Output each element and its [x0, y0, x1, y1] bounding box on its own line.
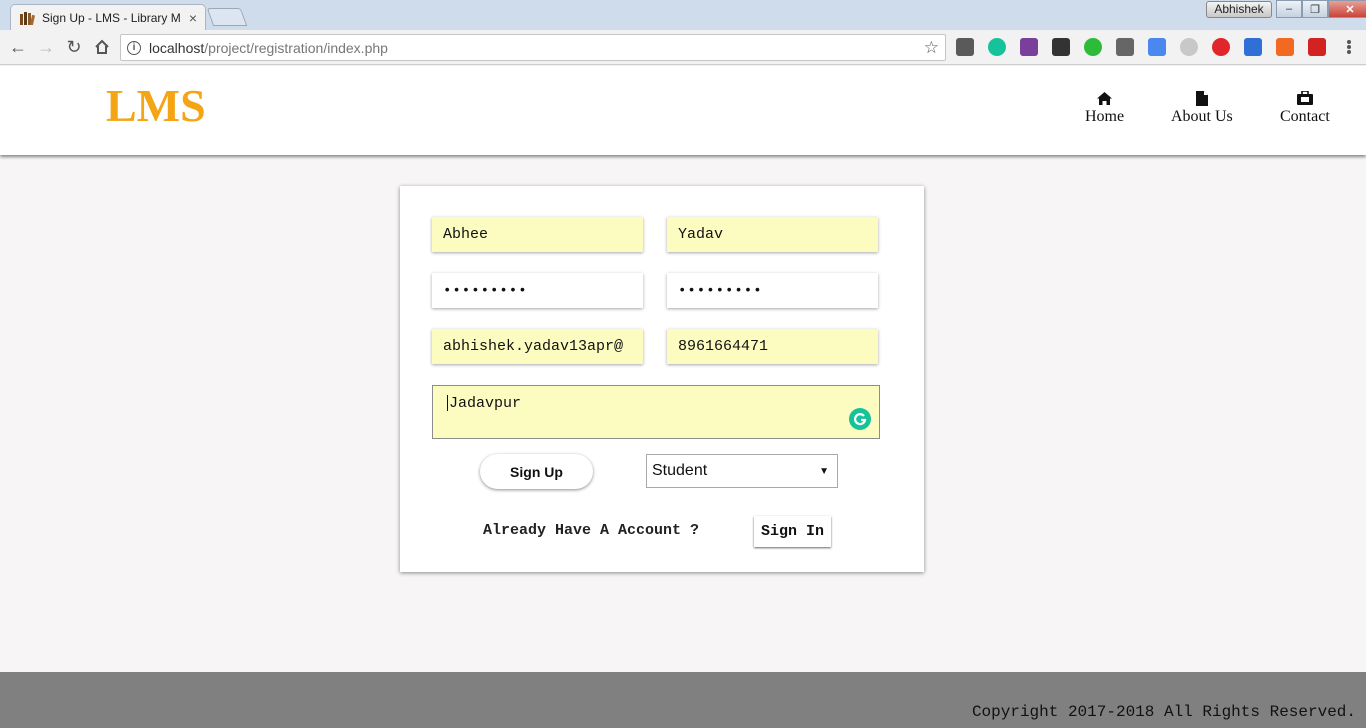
phone-input[interactable]: 8961664471	[667, 329, 878, 364]
minimize-icon[interactable]: –	[1276, 0, 1302, 18]
nav-home-label: Home	[1085, 108, 1125, 125]
reload-icon[interactable]: ↻	[64, 37, 84, 57]
browser-toolbar: ← → ↻ i localhost/project/registration/i…	[0, 30, 1366, 65]
site-info-icon[interactable]: i	[127, 40, 141, 55]
role-select[interactable]: Student ▼	[646, 454, 838, 488]
registration-form: Abhee Yadav ••••••••• ••••••••• abhishek…	[400, 186, 924, 572]
nav-about-us[interactable]: About Us	[1171, 90, 1233, 126]
forward-arrow-icon[interactable]: →	[36, 37, 56, 57]
translate-ext-icon[interactable]	[1148, 38, 1166, 56]
browser-tab-active[interactable]: Sign Up - LMS - Library M ×	[10, 4, 206, 30]
bookmark-star-icon[interactable]: ☆	[924, 38, 939, 58]
qr-code-ext-icon[interactable]	[1052, 38, 1070, 56]
color-picker-ext-icon[interactable]	[1020, 38, 1038, 56]
nav-home[interactable]: Home	[1085, 90, 1124, 126]
back-arrow-icon[interactable]: ←	[8, 37, 28, 57]
home-icon	[1097, 90, 1113, 106]
window-controls: – ❐ ✕	[1276, 0, 1366, 18]
lightbulb-ext-icon[interactable]	[956, 38, 974, 56]
close-window-icon[interactable]: ✕	[1328, 0, 1366, 18]
pdf-ext-icon[interactable]	[1308, 38, 1326, 56]
trash-ext-icon[interactable]	[1116, 38, 1134, 56]
email-input[interactable]: abhishek.yadav13apr@	[432, 329, 643, 364]
already-account-text: Already Have A Account ?	[483, 522, 700, 539]
dropdown-arrow-icon: ▼	[819, 465, 829, 477]
grammarly-icon[interactable]	[849, 408, 871, 430]
books-favicon-icon	[19, 10, 35, 26]
browser-titlebar: Sign Up - LMS - Library M × Abhishek – ❐…	[0, 0, 1366, 30]
sign-in-button[interactable]: Sign In	[754, 516, 831, 547]
address-bar[interactable]: i localhost/project/registration/index.p…	[120, 34, 946, 61]
browser-menu-icon[interactable]	[1342, 38, 1356, 56]
site-footer: Copyright 2017-2018 All Rights Reserved.	[0, 672, 1366, 728]
disabled-ext-icon[interactable]	[1180, 38, 1198, 56]
home-button-icon[interactable]	[92, 37, 112, 57]
shield-ext-icon[interactable]	[1244, 38, 1262, 56]
site-header: LMS Home About Us Contact	[0, 66, 1366, 155]
nav-contact-label: Contact	[1280, 108, 1330, 125]
sign-up-button[interactable]: Sign Up	[480, 454, 593, 489]
text-caret	[447, 395, 448, 412]
briefcase-icon	[1296, 90, 1313, 106]
nav-contact[interactable]: Contact	[1280, 90, 1330, 126]
address-value: Jadavpur	[449, 395, 522, 412]
grammarly-ext-icon[interactable]	[988, 38, 1006, 56]
maximize-icon[interactable]: ❐	[1302, 0, 1328, 18]
new-tab-button[interactable]	[206, 8, 248, 26]
fish-ext-icon[interactable]	[1276, 38, 1294, 56]
site-logo[interactable]: LMS	[106, 79, 206, 132]
url-text[interactable]: localhost/project/registration/index.php	[149, 40, 924, 56]
profile-button[interactable]: Abhishek	[1206, 1, 1272, 18]
nav-about-label: About Us	[1171, 108, 1233, 125]
role-selected-value: Student	[652, 462, 708, 479]
opera-ext-icon[interactable]	[1212, 38, 1230, 56]
tab-close-icon[interactable]: ×	[189, 10, 197, 26]
password-input[interactable]: •••••••••	[432, 273, 643, 308]
tab-title: Sign Up - LMS - Library M	[42, 10, 181, 25]
check-ext-icon[interactable]	[1084, 38, 1102, 56]
address-textarea[interactable]: Jadavpur	[432, 385, 880, 439]
last-name-input[interactable]: Yadav	[667, 217, 878, 252]
copyright-text: Copyright 2017-2018 All Rights Reserved.	[971, 703, 1356, 721]
first-name-input[interactable]: Abhee	[432, 217, 643, 252]
confirm-password-input[interactable]: •••••••••	[667, 273, 878, 308]
document-icon	[1195, 90, 1208, 106]
